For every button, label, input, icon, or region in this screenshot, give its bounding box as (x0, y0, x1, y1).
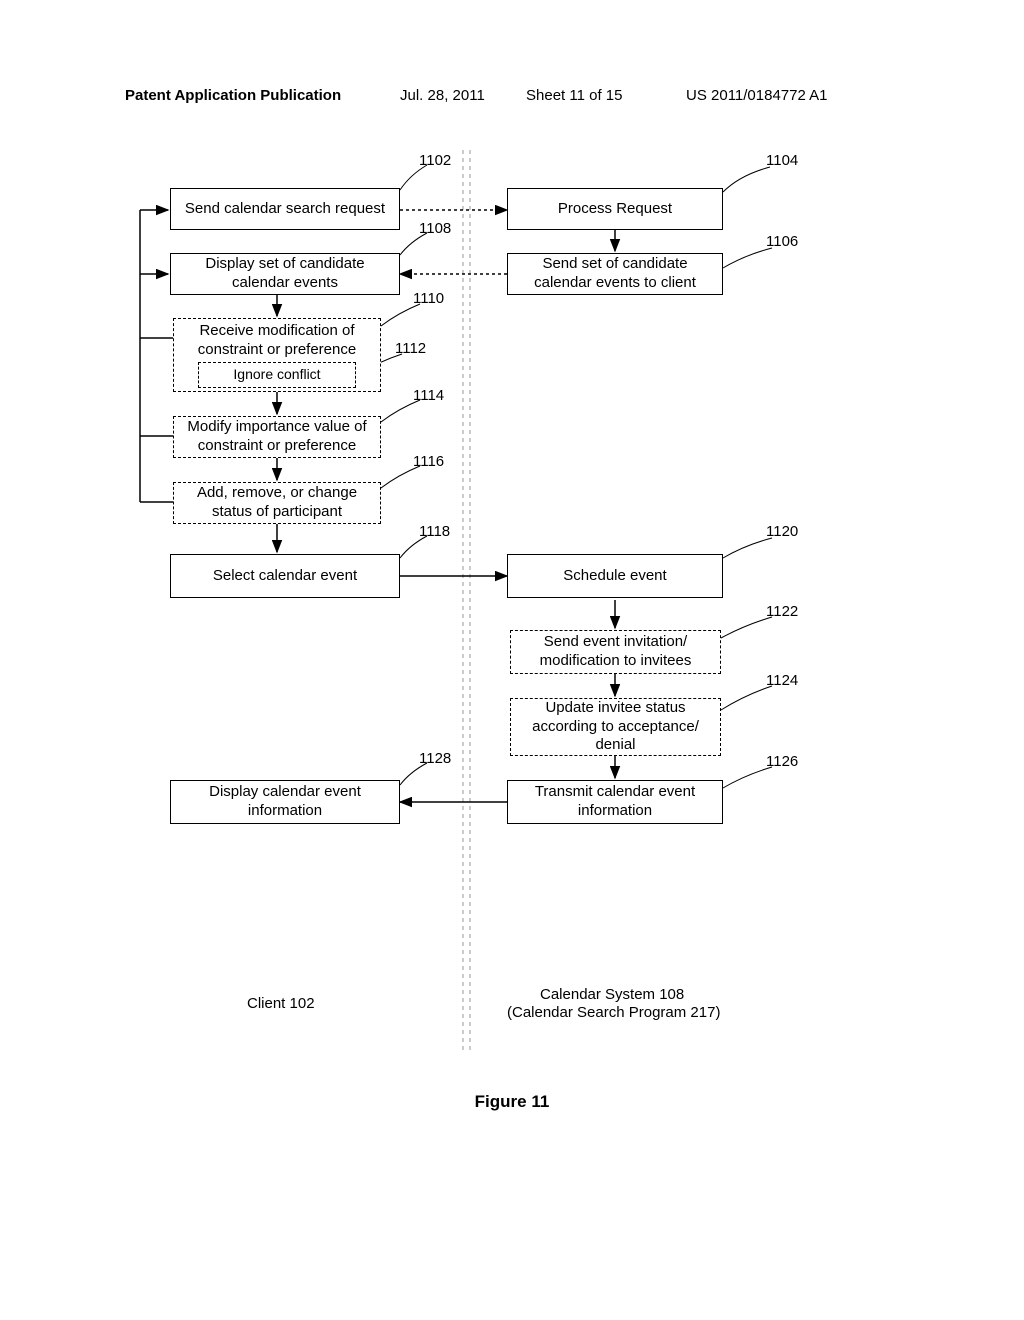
ref-1124: 1124 (766, 672, 798, 689)
docnum-label: US 2011/0184772 A1 (686, 87, 828, 104)
box-1102: Send calendar search request (170, 188, 400, 230)
ref-1120: 1120 (766, 523, 798, 540)
box-1122: Send event invitation/ modification to i… (510, 630, 721, 674)
box-1126: Transmit calendar event information (507, 780, 723, 824)
box-1128: Display calendar event information (170, 780, 400, 824)
sheet-label: Sheet 11 of 15 (526, 87, 622, 104)
box-1116: Add, remove, or change status of partici… (173, 482, 381, 524)
ref-1118: 1118 (419, 523, 450, 540)
ref-1128: 1128 (419, 750, 451, 767)
box-1106: Send set of candidate calendar events to… (507, 253, 723, 295)
publication-label: Patent Application Publication (125, 87, 341, 104)
column-left-label: Client 102 (247, 995, 315, 1012)
ref-1122: 1122 (766, 603, 798, 620)
diagram-canvas: Send calendar search request Display set… (0, 120, 1024, 1180)
ref-1108: 1108 (419, 220, 451, 237)
box-1118: Select calendar event (170, 554, 400, 598)
box-1114: Modify importance value of constraint or… (173, 416, 381, 458)
ref-1106: 1106 (766, 233, 798, 250)
box-1104: Process Request (507, 188, 723, 230)
ref-1112: 1112 (395, 340, 426, 357)
box-1108: Display set of candidate calendar events (170, 253, 400, 295)
box-1124: Update invitee status according to accep… (510, 698, 721, 756)
ref-1114: 1114 (413, 387, 444, 404)
box-1112: Ignore conflict (198, 362, 356, 388)
date-label: Jul. 28, 2011 (400, 87, 485, 104)
ref-1126: 1126 (766, 753, 798, 770)
ref-1110: 1110 (413, 290, 444, 307)
box-1120: Schedule event (507, 554, 723, 598)
ref-1116: 1116 (413, 453, 444, 470)
ref-1102: 1102 (419, 152, 451, 169)
box-1110-text: Receive modification of constraint or pr… (180, 322, 374, 360)
figure-label: Figure 11 (0, 1092, 1024, 1112)
column-right-label-1: Calendar System 108 (540, 986, 684, 1003)
column-right-label-2: (Calendar Search Program 217) (507, 1004, 720, 1021)
ref-1104: 1104 (766, 152, 798, 169)
